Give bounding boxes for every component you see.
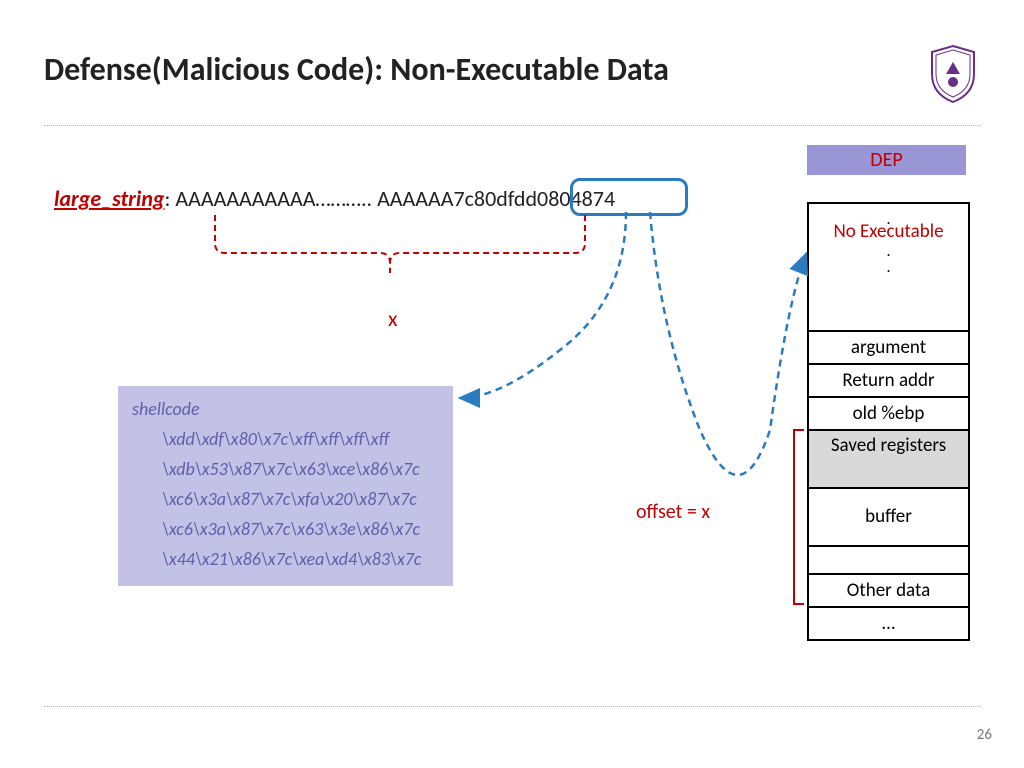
shellcode-box: shellcode \xdd\xdf\x80\x7c\xff\xff\xff\x…: [118, 386, 453, 586]
x-label: x: [388, 305, 398, 332]
header-rule: [44, 125, 980, 126]
large-string-sep: :: [165, 185, 176, 212]
offset-label: offset = x: [636, 500, 710, 524]
stack-cell-gap: [809, 547, 968, 575]
slide-title: Defense(Malicious Code): Non-Executable …: [44, 50, 669, 89]
stack-cell-old-ebp: old %ebp: [809, 398, 968, 431]
stack-cell-return-addr: Return addr: [809, 365, 968, 398]
shellcode-line: \xdd\xdf\x80\x7c\xff\xff\xff\xff: [132, 424, 439, 454]
stack-cell-argument: argument: [809, 332, 968, 365]
x-span-brace: [210, 215, 590, 285]
dep-badge: DEP: [807, 145, 966, 175]
stack-diagram: . .. No Executable argument Return addr …: [807, 202, 970, 641]
shellcode-line: \xc6\x3a\x87\x7c\x63\x3e\x86\x7c: [132, 514, 439, 544]
large-string-a: AAAAAAAAAAA……….. AAAAAA: [175, 185, 453, 212]
shellcode-line: \x44\x21\x86\x7c\xea\xd4\x83\x7c: [132, 544, 439, 574]
stack-cell-saved-registers: Saved registers: [809, 431, 968, 489]
shellcode-header: shellcode: [132, 394, 439, 424]
footer-rule: [44, 706, 980, 707]
large-string-hilite: 7c80dfdd: [453, 185, 537, 212]
stack-cell-ellipsis: …: [809, 608, 968, 641]
return-address-highlight: [570, 178, 688, 216]
stack-cell-buffer: buffer: [809, 489, 968, 547]
shellcode-line: \xc6\x3a\x87\x7c\xfa\x20\x87\x7c: [132, 484, 439, 514]
slide-root: Defense(Malicious Code): Non-Executable …: [0, 0, 1024, 768]
offset-bracket: [792, 428, 806, 606]
shellcode-line: \xdb\x53\x87\x7c\x63\xce\x86\x7c: [132, 454, 439, 484]
large-string-label: large_string: [54, 185, 165, 212]
stack-cell-other-data: Other data: [809, 575, 968, 608]
university-crest-icon: [928, 44, 978, 104]
large-string-line: large_string: AAAAAAAAAAA……….. AAAAAA7c8…: [54, 185, 615, 212]
no-executable-label: No Executable: [809, 220, 968, 243]
stack-cell-top: . .. No Executable: [809, 204, 968, 332]
page-number: 26: [977, 726, 992, 744]
